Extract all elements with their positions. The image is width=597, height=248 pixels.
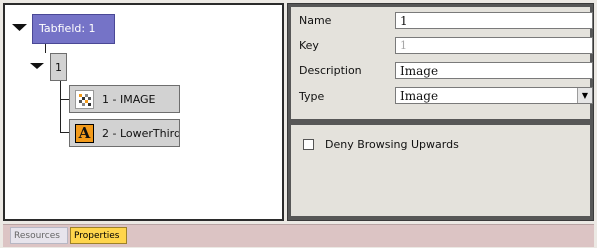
tree-node-1[interactable]: 1 [50, 53, 67, 81]
letter-a-icon: A [75, 124, 94, 143]
description-field[interactable]: Image [395, 62, 593, 79]
tree-connector [60, 99, 69, 100]
dropdown-arrow-icon[interactable]: ▼ [577, 88, 592, 103]
tree-connector [60, 81, 61, 132]
description-label: Description [299, 64, 362, 77]
key-field[interactable]: 1 [395, 37, 593, 54]
image-icon [75, 90, 94, 109]
tree-node-label: Tabfield: 1 [39, 22, 96, 35]
property-fields: Name 1 Key 1 Description Image Type Imag… [291, 7, 593, 119]
tree-connector [45, 43, 46, 53]
name-label: Name [299, 14, 332, 27]
tree-node-label: 2 - LowerThird [102, 127, 180, 140]
type-select-value: Image [400, 89, 439, 103]
app-window: Tabfield: 1 1 1 - IMAGE A 2 - LowerThird… [0, 0, 597, 248]
deny-browsing-checkbox[interactable] [303, 139, 314, 150]
tree-connector [60, 132, 69, 133]
properties-panel: Name 1 Key 1 Description Image Type Imag… [287, 3, 594, 221]
tree-node-tabfield[interactable]: Tabfield: 1 [32, 14, 115, 44]
tree-node-label: 1 [55, 61, 62, 74]
tree-node-image[interactable]: 1 - IMAGE [69, 85, 180, 113]
tab-properties[interactable]: Properties [70, 227, 127, 244]
name-field[interactable]: 1 [395, 12, 593, 29]
collapse-arrow-icon[interactable] [30, 63, 44, 70]
type-select[interactable]: Image ▼ [395, 87, 593, 104]
type-label: Type [299, 90, 325, 103]
tree-node-lowerthird[interactable]: A 2 - LowerThird [69, 119, 180, 147]
tab-resources[interactable]: Resources [10, 227, 68, 244]
key-label: Key [299, 39, 319, 52]
property-options: Deny Browsing Upwards [291, 125, 590, 216]
deny-browsing-label: Deny Browsing Upwards [325, 138, 459, 151]
collapse-arrow-icon[interactable] [12, 24, 27, 32]
tab-strip: Resources Properties [3, 224, 594, 247]
tree-panel: Tabfield: 1 1 1 - IMAGE A 2 - LowerThird [3, 3, 284, 221]
tree-node-label: 1 - IMAGE [102, 93, 156, 106]
